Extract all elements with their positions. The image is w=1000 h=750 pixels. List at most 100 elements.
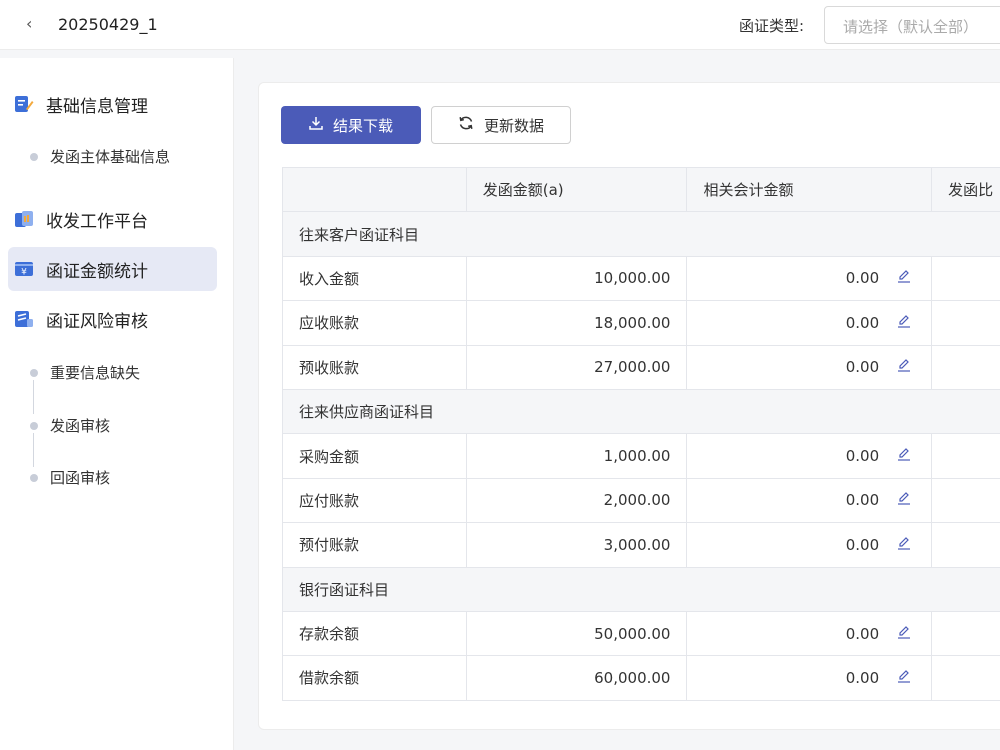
- doc-pen-icon: [14, 95, 34, 113]
- sub-tree-line: [33, 433, 34, 467]
- sidebar-subitem-label: 回函审核: [50, 469, 111, 487]
- accounting-amount-cell: 0.00: [687, 523, 933, 568]
- table-group-row: 银行函证科目: [283, 567, 1000, 612]
- accounting-amount-cell: 0.00: [687, 434, 933, 479]
- row-name: 预付账款: [283, 523, 467, 568]
- ratio-cell: [932, 612, 1000, 657]
- column-header: [283, 168, 467, 213]
- ratio-cell: [932, 434, 1000, 479]
- edit-icon[interactable]: [897, 358, 911, 376]
- row-name: 借款余额: [283, 656, 467, 701]
- table-row: 应付账款 2,000.00 0.00: [283, 478, 1000, 524]
- table-row: 预付账款 3,000.00 0.00: [283, 523, 1000, 568]
- send-amount: 1,000.00: [466, 434, 688, 479]
- refresh-data-button[interactable]: 更新数据: [431, 106, 571, 144]
- sidebar-item-label: 函证金额统计: [46, 261, 148, 282]
- row-name: 存款余额: [283, 611, 467, 657]
- back-chevron-icon[interactable]: ‹: [26, 14, 32, 33]
- send-amount: 50,000.00: [466, 611, 688, 657]
- send-amount: 27,000.00: [466, 345, 688, 390]
- download-button-label: 结果下载: [332, 116, 393, 135]
- edit-icon[interactable]: [897, 491, 911, 509]
- row-name: 收入金额: [283, 256, 467, 302]
- ratio-cell: [932, 656, 1000, 701]
- bullet-dot-icon: [30, 152, 38, 161]
- table-row: 应收账款 18,000.00 0.00: [283, 301, 1000, 346]
- edit-icon[interactable]: [897, 269, 911, 287]
- table-row: 存款余额 50,000.00 0.00: [283, 611, 1000, 657]
- row-name: 应付账款: [283, 478, 467, 524]
- ratio-cell: [932, 479, 1000, 524]
- edit-icon[interactable]: [897, 625, 911, 643]
- group-title: 银行函证科目: [283, 567, 1000, 612]
- send-amount: 60,000.00: [466, 656, 688, 701]
- group-title: 往来供应商函证科目: [283, 389, 1000, 435]
- sidebar-item-label: 函证风险审核: [46, 311, 148, 332]
- column-header: 发函金额(a): [466, 168, 688, 213]
- accounting-amount-cell: 0.00: [687, 478, 933, 524]
- accounting-amount: 0.00: [845, 269, 880, 288]
- row-name: 预收账款: [283, 345, 467, 390]
- sidebar: 基础信息管理 发函主体基础信息 收发工作平台 ¥ 函证金额统计 函证风险审核 重…: [0, 58, 234, 750]
- accounting-amount: 0.00: [845, 624, 880, 643]
- column-header: 相关会计金额: [687, 168, 933, 213]
- top-header: ‹ 20250429_1 函证类型: 请选择（默认全部）: [0, 0, 1000, 50]
- table-group-row: 往来供应商函证科目: [283, 389, 1000, 435]
- accounting-amount-cell: 0.00: [687, 256, 933, 302]
- bullet-dot-icon: [30, 473, 38, 482]
- sidebar-item-label: 收发工作平台: [46, 211, 148, 232]
- sidebar-subitem-label: 重要信息缺失: [50, 364, 141, 382]
- ratio-cell: [932, 257, 1000, 302]
- workbench-icon: [14, 210, 34, 228]
- edit-icon[interactable]: [897, 447, 911, 465]
- send-amount: 3,000.00: [466, 523, 688, 568]
- table-row: 借款余额 60,000.00 0.00: [283, 656, 1000, 701]
- accounting-amount: 0.00: [845, 358, 880, 377]
- send-amount: 2,000.00: [466, 478, 688, 524]
- edit-icon[interactable]: [897, 669, 911, 687]
- accounting-amount-cell: 0.00: [687, 611, 933, 657]
- edit-icon[interactable]: [897, 536, 911, 554]
- table-row: 采购金额 1,000.00 0.00: [283, 434, 1000, 479]
- yen-card-icon: ¥: [14, 260, 34, 278]
- send-amount: 18,000.00: [466, 301, 688, 346]
- svg-text:¥: ¥: [21, 268, 27, 278]
- page-title: 20250429_1: [58, 15, 158, 34]
- download-results-button[interactable]: 结果下载: [281, 106, 421, 144]
- download-icon: [309, 116, 323, 134]
- content-card: 结果下载 更新数据 发函金额(a) 相关会计金额 发函比 往来客户函证科目 收入…: [258, 82, 1000, 730]
- amount-stats-table: 发函金额(a) 相关会计金额 发函比 往来客户函证科目 收入金额 10,000.…: [282, 167, 1000, 701]
- accounting-amount-cell: 0.00: [687, 345, 933, 390]
- table-header-row: 发函金额(a) 相关会计金额 发函比: [283, 168, 1000, 213]
- row-name: 应收账款: [283, 301, 467, 346]
- edit-icon[interactable]: [897, 314, 911, 332]
- ratio-cell: [932, 523, 1000, 568]
- ratio-cell: [932, 301, 1000, 346]
- table-row: 预收账款 27,000.00 0.00: [283, 345, 1000, 390]
- sidebar-item-workbench[interactable]: 收发工作平台: [8, 197, 217, 241]
- sidebar-subitem-label: 发函审核: [50, 417, 111, 435]
- accounting-amount: 0.00: [845, 535, 880, 554]
- accounting-amount: 0.00: [845, 313, 880, 332]
- sidebar-subitem-missing-info[interactable]: 重要信息缺失: [30, 362, 140, 383]
- refresh-icon: [458, 115, 474, 135]
- sidebar-item-risk-review[interactable]: 函证风险审核: [8, 297, 217, 341]
- bullet-dot-icon: [30, 368, 38, 377]
- refresh-button-label: 更新数据: [483, 116, 544, 135]
- row-name: 采购金额: [283, 434, 467, 479]
- ratio-cell: [932, 346, 1000, 390]
- accounting-amount: 0.00: [845, 447, 880, 466]
- table-group-row: 往来客户函证科目: [283, 212, 1000, 257]
- accounting-amount-cell: 0.00: [687, 656, 933, 701]
- accounting-amount-cell: 0.00: [687, 301, 933, 346]
- sidebar-item-label: 基础信息管理: [46, 96, 148, 117]
- bullet-dot-icon: [30, 421, 38, 430]
- sidebar-subitem-reply-review[interactable]: 回函审核: [30, 467, 110, 488]
- sidebar-subitem-send-review[interactable]: 发函审核: [30, 415, 110, 436]
- filter-type-select[interactable]: 请选择（默认全部）: [824, 6, 1000, 44]
- sidebar-subitem-sender-info[interactable]: 发函主体基础信息: [30, 146, 170, 167]
- accounting-amount: 0.00: [845, 491, 880, 510]
- sidebar-item-amount-stats[interactable]: ¥ 函证金额统计: [8, 247, 217, 291]
- doc-check-icon: [14, 310, 34, 328]
- sidebar-item-basic-info[interactable]: 基础信息管理: [8, 82, 217, 126]
